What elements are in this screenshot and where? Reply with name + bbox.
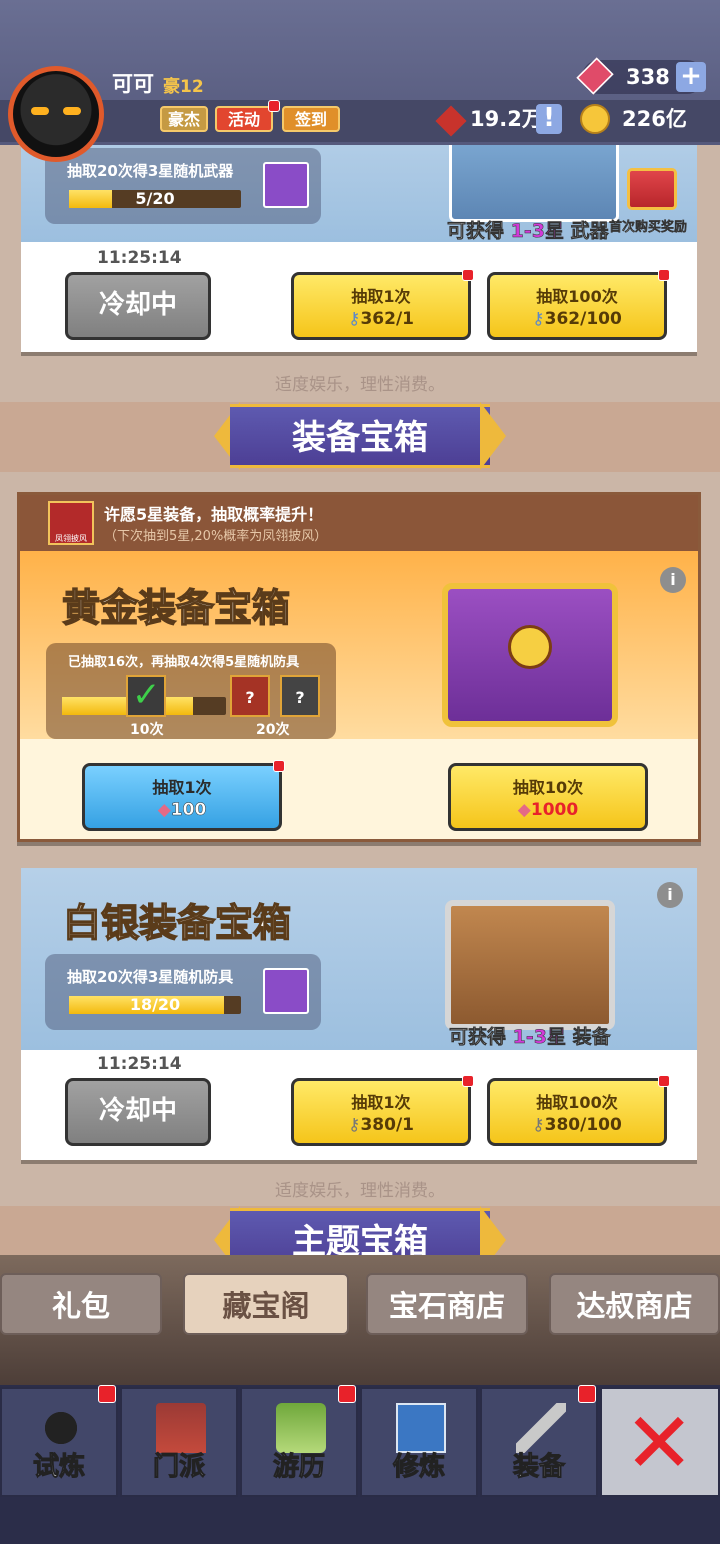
weapon-chest-card: 抽取20次得3星随机武器 5/20 可获得 1-3星 武器 首次购买奖励 11:… <box>21 140 697 352</box>
nav-equipment[interactable]: 装备 <box>480 1385 598 1497</box>
milestone-20-label: 20次 <box>256 722 290 738</box>
banner-title: 装备宝箱 <box>230 404 490 468</box>
chest-lock <box>508 625 552 669</box>
notification-dot <box>578 1385 596 1403</box>
hero-button[interactable]: 豪杰 <box>160 106 208 132</box>
silver-progress-value: 18/20 <box>129 995 181 1014</box>
weapon-progress-text: 抽取20次得3星随机武器 <box>67 162 234 180</box>
milestone-20-icon-b[interactable]: ? <box>280 675 320 717</box>
tab-gift-pack[interactable]: 礼包 <box>0 1273 162 1335</box>
weapon-timer: 11:25:14 <box>97 248 182 268</box>
moderation-notice: 适度娱乐，理性消费。 <box>275 1181 445 1201</box>
events-button[interactable]: 活动 <box>215 106 273 132</box>
info-icon[interactable]: i <box>660 567 686 593</box>
avatar-eye <box>63 107 81 115</box>
wish-line2: （下次抽到5星,20%概率为凤翎披风） <box>104 529 328 544</box>
notification-dot <box>338 1385 356 1403</box>
notification-dot <box>268 100 280 112</box>
weapon-reward-icon[interactable] <box>263 162 309 208</box>
tab-dashu-shop[interactable]: 达叔商店 <box>549 1273 720 1335</box>
silver-progress-text: 抽取20次得3星随机防具 <box>67 968 234 986</box>
wish-item-label: 凤翎披风 <box>55 534 87 543</box>
theme-chest-banner: 主题宝箱 <box>0 1206 720 1255</box>
honor-info-button[interactable]: ! <box>536 104 562 134</box>
weapon-cooldown-button[interactable]: 冷却中 <box>65 272 211 340</box>
silver-timer: 11:25:14 <box>97 1054 182 1074</box>
close-button[interactable]: ✕ <box>600 1387 720 1497</box>
notification-dot <box>273 760 285 772</box>
milestone-10-icon[interactable]: ✓ <box>126 675 166 717</box>
wish-line1: 许愿5星装备，抽取概率提升！ <box>104 505 324 524</box>
avatar-eye <box>31 107 49 115</box>
vip-level: 豪12 <box>163 77 204 97</box>
gold-chest-card: 凤翎披风 许愿5星装备，抽取概率提升！ （下次抽到5星,20%概率为凤翎披风） … <box>17 492 701 842</box>
notification-dot <box>658 269 670 281</box>
player-name: 可可 <box>112 72 154 96</box>
key-icon: ⚷ <box>348 1115 361 1135</box>
tab-treasure-pavilion[interactable]: 藏宝阁 <box>183 1273 349 1335</box>
coin-icon <box>580 104 610 134</box>
silver-draw100-button[interactable]: 抽取100次 ⚷380/100 <box>487 1075 670 1146</box>
weapon-reward-text: 可获得 1-3星 武器 <box>447 220 609 243</box>
milestone-10-label: 10次 <box>130 722 164 738</box>
check-icon: ✓ <box>132 675 161 715</box>
banner-right-chevron <box>480 1206 506 1255</box>
notification-dot <box>462 269 474 281</box>
first-purchase-chest-icon[interactable] <box>627 168 677 210</box>
silver-progress-box: 抽取20次得3星随机防具 18/20 <box>45 954 321 1030</box>
shop-tabs: 礼包 藏宝阁 宝石商店 达叔商店 <box>0 1255 720 1385</box>
moderation-notice: 适度娱乐，理性消费。 <box>275 375 445 395</box>
silver-chest-card: 白银装备宝箱 i 抽取20次得3星随机防具 18/20 可获得 1-3星 装备 … <box>21 868 697 1160</box>
milestone-20-icon-a[interactable]: ? <box>230 675 270 717</box>
weapon-progress-value: 5/20 <box>135 189 175 208</box>
banner-title: 主题宝箱 <box>230 1208 490 1255</box>
silver-chest-title: 白银装备宝箱 <box>62 900 292 946</box>
gold-progress-box: 已抽取16次，再抽取4次得5星随机防具 ✓ ? ? 10次 20次 <box>46 643 336 739</box>
silver-reward-text: 可获得 1-3星 装备 <box>449 1026 611 1049</box>
info-icon[interactable]: i <box>657 882 683 908</box>
nav-cultivation[interactable]: 修炼 <box>360 1387 478 1497</box>
gold-draw1-button[interactable]: 抽取1次 ◆100 <box>82 760 285 831</box>
weapon-draw1-button[interactable]: 抽取1次 ⚷362/1 <box>291 269 474 340</box>
weapon-draw100-button[interactable]: 抽取100次 ⚷362/100 <box>487 269 670 340</box>
weapon-progress-box: 抽取20次得3星随机武器 5/20 <box>45 148 321 224</box>
nav-trial[interactable]: 试炼 <box>0 1385 118 1497</box>
bottom-nav: 试炼 门派 游历 修炼 装备 ✕ <box>0 1385 720 1544</box>
nav-travel[interactable]: 游历 <box>240 1385 358 1497</box>
weapon-progress-bar: 5/20 <box>69 190 241 208</box>
notification-dot <box>658 1075 670 1087</box>
notification-dot <box>462 1075 474 1087</box>
wish-banner[interactable]: 凤翎披风 许愿5星装备，抽取概率提升！ （下次抽到5星,20%概率为凤翎披风） <box>20 495 698 551</box>
banner-right-chevron <box>480 402 506 470</box>
notification-dot <box>98 1385 116 1403</box>
equipment-chest-banner: 装备宝箱 <box>0 402 720 472</box>
first-purchase-label: 首次购买奖励 <box>609 220 688 235</box>
silver-reward-icon[interactable] <box>263 968 309 1014</box>
gold-chest-title: 黄金装备宝箱 <box>61 585 291 631</box>
key-icon: ⚷ <box>348 309 361 329</box>
silver-draw1-button[interactable]: 抽取1次 ⚷380/1 <box>291 1075 474 1146</box>
treasure-scroll-area[interactable]: 抽取20次得3星随机武器 5/20 可获得 1-3星 武器 首次购买奖励 11:… <box>0 140 720 1255</box>
gem-icon: ◆ <box>157 800 171 820</box>
silver-cooldown-button[interactable]: 冷却中 <box>65 1078 211 1146</box>
avatar[interactable] <box>8 66 104 162</box>
key-icon: ⚷ <box>532 1115 545 1135</box>
gold-draw10-button[interactable]: 抽取10次 ◆1000 <box>448 763 648 831</box>
gold-progress-text: 已抽取16次，再抽取4次得5星随机防具 <box>68 655 300 670</box>
silver-progress-bar: 18/20 <box>69 996 241 1014</box>
key-icon: ⚷ <box>532 309 545 329</box>
chest-silver-weapon-image <box>449 140 619 222</box>
gem-icon: ◆ <box>517 800 531 820</box>
add-gems-button[interactable]: + <box>676 62 706 92</box>
nav-sect[interactable]: 门派 <box>120 1387 238 1497</box>
silver-chest-image <box>445 900 615 1030</box>
tab-gem-shop[interactable]: 宝石商店 <box>366 1273 528 1335</box>
close-icon: ✕ <box>624 1394 695 1492</box>
checkin-button[interactable]: 签到 <box>282 106 340 132</box>
